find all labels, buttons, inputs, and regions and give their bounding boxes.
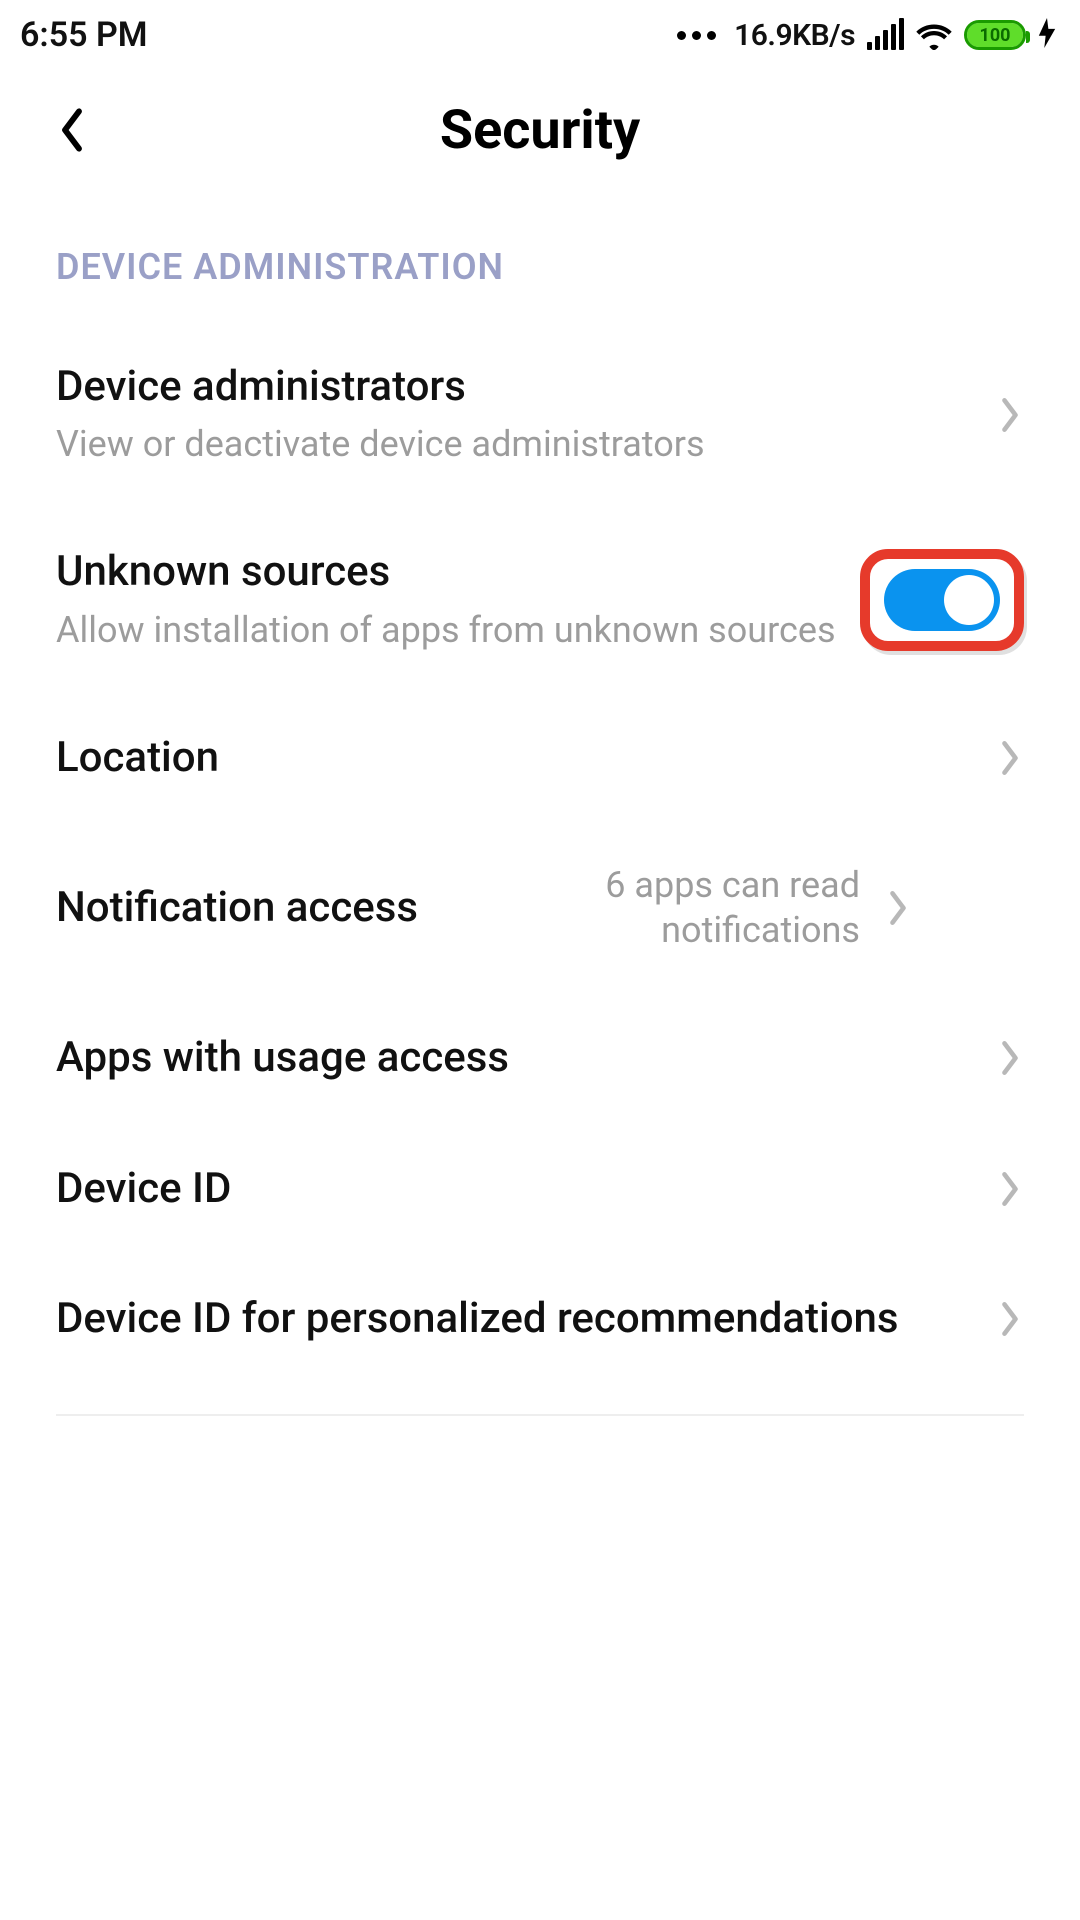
row-label: Location <box>56 733 972 783</box>
row-label: Device ID for personalized recommendatio… <box>56 1294 972 1344</box>
unknown-sources-toggle[interactable] <box>884 569 1000 631</box>
row-usage-access[interactable]: Apps with usage access <box>0 993 1080 1123</box>
toggle-knob <box>944 575 994 625</box>
row-notification-access[interactable]: Notification access 6 apps can read noti… <box>0 823 1080 993</box>
row-label: Notification access <box>56 883 476 933</box>
back-button[interactable] <box>48 106 96 154</box>
row-label: Unknown sources <box>56 547 836 597</box>
row-label: Device ID <box>56 1164 972 1214</box>
wifi-icon <box>916 20 952 50</box>
cell-signal-icon <box>867 20 904 50</box>
status-right: 16.9KB/s 100 <box>677 18 1056 53</box>
section-header-device-administration: DEVICE ADMINISTRATION <box>0 190 1080 304</box>
chevron-right-icon <box>996 1036 1024 1080</box>
row-label: Apps with usage access <box>56 1033 972 1083</box>
row-subtitle: View or deactivate device administrators <box>56 422 972 467</box>
battery-icon: 100 <box>964 20 1026 50</box>
chevron-right-icon <box>996 1167 1024 1211</box>
chevron-right-icon <box>996 393 1024 437</box>
row-value: 6 apps can read notifications <box>500 863 860 953</box>
settings-list: Device administrators View or deactivate… <box>0 304 1080 1416</box>
row-location[interactable]: Location <box>0 693 1080 823</box>
row-label: Device administrators <box>56 362 972 412</box>
chevron-left-icon <box>58 106 86 154</box>
app-header: Security <box>0 70 1080 190</box>
charging-icon <box>1038 18 1056 53</box>
chevron-right-icon <box>996 1297 1024 1341</box>
row-device-administrators[interactable]: Device administrators View or deactivate… <box>0 304 1080 507</box>
network-speed: 16.9KB/s <box>734 18 855 53</box>
highlight-box <box>860 549 1024 651</box>
more-dots-icon <box>677 31 716 40</box>
chevron-right-icon <box>996 736 1024 780</box>
battery-level: 100 <box>980 25 1011 46</box>
row-device-id[interactable]: Device ID <box>0 1124 1080 1254</box>
row-subtitle: Allow installation of apps from unknown … <box>56 608 836 653</box>
row-device-id-pers[interactable]: Device ID for personalized recommendatio… <box>0 1254 1080 1384</box>
status-time: 6:55 PM <box>20 15 148 55</box>
status-bar: 6:55 PM 16.9KB/s 100 <box>0 0 1080 70</box>
list-divider <box>56 1414 1024 1416</box>
chevron-right-icon <box>884 886 912 930</box>
page-title: Security <box>440 99 640 162</box>
row-unknown-sources[interactable]: Unknown sources Allow installation of ap… <box>0 507 1080 692</box>
